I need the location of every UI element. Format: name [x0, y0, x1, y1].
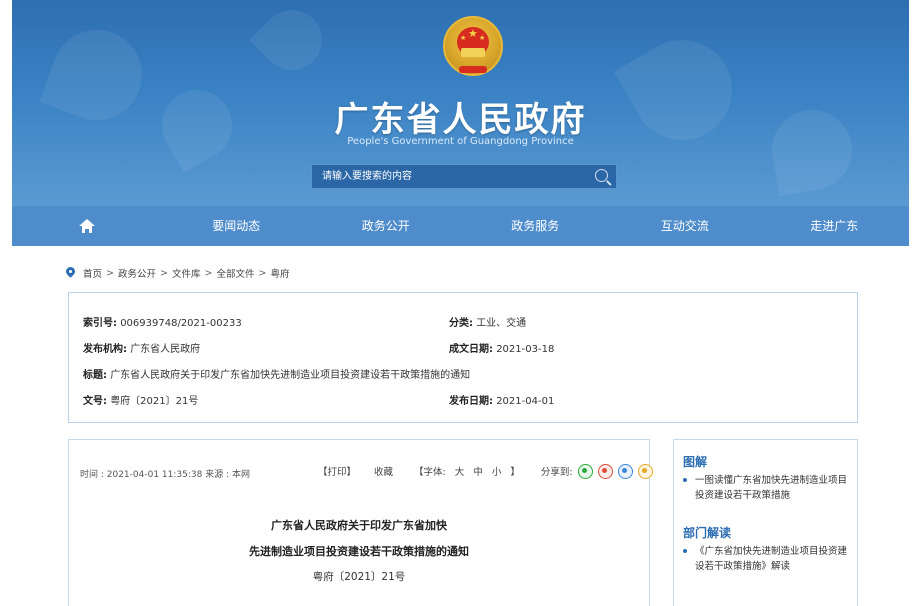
title-row: 标题: 广东省人民政府关于印发广东省加快先进制造业项目投资建设若干政策措施的通知 — [83, 366, 470, 381]
published-date-label: 发布日期: — [449, 396, 493, 407]
font-size-prefix: 【字体: — [414, 467, 446, 478]
article-panel: 时间 : 2021-04-01 11:35:38 来源 : 本网 【打印】 收藏… — [68, 439, 653, 606]
font-size-small-button[interactable]: 小 — [492, 467, 502, 478]
sidebar-panel: 图解 一图读懂广东省加快先进制造业项目投资建设若干政策措施 部门解读 《广东省加… — [673, 439, 858, 606]
breadcrumb-gov-affairs-open[interactable]: 政务公开 — [118, 266, 156, 280]
sidebar-interpretation-heading: 部门解读 — [683, 526, 732, 540]
search-box — [311, 164, 617, 189]
breadcrumb-home[interactable]: 首页 — [83, 266, 102, 280]
category-value: 工业、交通 — [476, 318, 527, 329]
qzone-share-icon[interactable] — [637, 463, 653, 479]
sidebar-interpretation-link[interactable]: 《广东省加快先进制造业项目投资建设若干政策措施》解读 — [683, 544, 853, 574]
qq-share-icon[interactable] — [617, 463, 633, 479]
site-subtitle: People's Government of Guangdong Provinc… — [347, 136, 574, 147]
breadcrumb-separator: > — [106, 267, 114, 279]
title-value: 广东省人民政府关于印发广东省加快先进制造业项目投资建设若干政策措施的通知 — [110, 370, 471, 381]
nav-interaction[interactable]: 互动交流 — [610, 206, 760, 246]
page: ★ ★ ★ 广东省人民政府 People's Government of Gua… — [0, 0, 921, 606]
issuer-value: 广东省人民政府 — [130, 344, 201, 355]
nav-about-guangdong[interactable]: 走进广东 — [760, 206, 910, 246]
issuer-row: 发布机构: 广东省人民政府 — [83, 340, 200, 355]
nav-news[interactable]: 要闻动态 — [162, 206, 312, 246]
search-input[interactable] — [312, 165, 584, 188]
font-size-medium-button[interactable]: 中 — [473, 467, 483, 478]
font-size-large-button[interactable]: 大 — [455, 467, 465, 478]
home-icon — [78, 219, 95, 233]
article-title-line-2: 先进制造业项目投资建设若干政策措施的通知 — [249, 545, 469, 558]
font-size-control: 【字体: 大 中 小 】 — [411, 464, 523, 478]
article-meta: 时间 : 2021-04-01 11:35:38 来源 : 本网 — [80, 470, 250, 480]
location-pin-icon — [66, 267, 75, 279]
category-label: 分类: — [449, 318, 473, 329]
index-number-value: 006939748/2021-00233 — [120, 318, 242, 329]
nav-gov-services[interactable]: 政务服务 — [461, 206, 611, 246]
breadcrumb-separator: > — [258, 267, 267, 279]
title-label: 标题: — [83, 370, 107, 381]
print-button[interactable]: 【打印】 — [318, 464, 356, 478]
nav-gov-affairs-open[interactable]: 政务公开 — [311, 206, 461, 246]
site-title[interactable]: 广东省人民政府 — [12, 92, 909, 141]
breadcrumb-all-files[interactable]: 全部文件 — [216, 266, 254, 280]
national-emblem-icon: ★ ★ ★ — [443, 16, 503, 76]
issuer-label: 发布机构: — [83, 344, 127, 355]
breadcrumb-separator: > — [160, 267, 168, 279]
doc-number-row: 文号: 粤府〔2021〕21号 — [83, 392, 198, 407]
font-size-suffix: 】 — [510, 467, 520, 478]
favorite-button[interactable]: 收藏 — [374, 464, 393, 478]
published-date-row: 发布日期: 2021-04-01 — [449, 392, 554, 407]
main-nav: 要闻动态 政务公开 政务服务 互动交流 走进广东 — [12, 206, 909, 246]
decorative-leaf — [249, 0, 335, 83]
created-date-row: 成文日期: 2021-03-18 — [449, 340, 554, 355]
doc-number-label: 文号: — [83, 396, 107, 407]
article-toolbar: 【打印】 收藏 【字体: 大 中 小 】 分享到: — [318, 461, 653, 481]
doc-number-value: 粤府〔2021〕21号 — [110, 396, 199, 407]
breadcrumb: 首页 > 政务公开 > 文件库 > 全部文件 > 粤府 — [66, 266, 289, 280]
breadcrumb-separator: > — [204, 267, 213, 279]
wechat-share-icon[interactable] — [577, 463, 593, 479]
breadcrumb-yuefu[interactable]: 粤府 — [270, 266, 289, 280]
created-date-label: 成文日期: — [449, 344, 493, 355]
article-title-line-1: 广东省人民政府关于印发广东省加快 — [271, 519, 447, 532]
published-date-value: 2021-04-01 — [496, 396, 555, 407]
share-label: 分享到: — [540, 467, 573, 478]
document-info-box: 索引号: 006939748/2021-00233 分类: 工业、交通 发布机构… — [68, 292, 858, 423]
index-number-label: 索引号: — [83, 318, 117, 329]
search-icon[interactable] — [595, 169, 608, 182]
index-number-row: 索引号: 006939748/2021-00233 — [83, 314, 242, 329]
created-date-value: 2021-03-18 — [496, 344, 555, 355]
breadcrumb-file-library[interactable]: 文件库 — [172, 266, 201, 280]
weibo-share-icon[interactable] — [597, 463, 613, 479]
nav-home[interactable] — [12, 206, 162, 246]
sidebar-infographic-link[interactable]: 一图读懂广东省加快先进制造业项目投资建设若干政策措施 — [683, 473, 853, 503]
category-row: 分类: 工业、交通 — [449, 314, 526, 329]
article-doc-number: 粤府〔2021〕21号 — [312, 571, 406, 583]
site-header: ★ ★ ★ 广东省人民政府 People's Government of Gua… — [12, 0, 909, 206]
sidebar-infographic-heading: 图解 — [683, 455, 708, 469]
